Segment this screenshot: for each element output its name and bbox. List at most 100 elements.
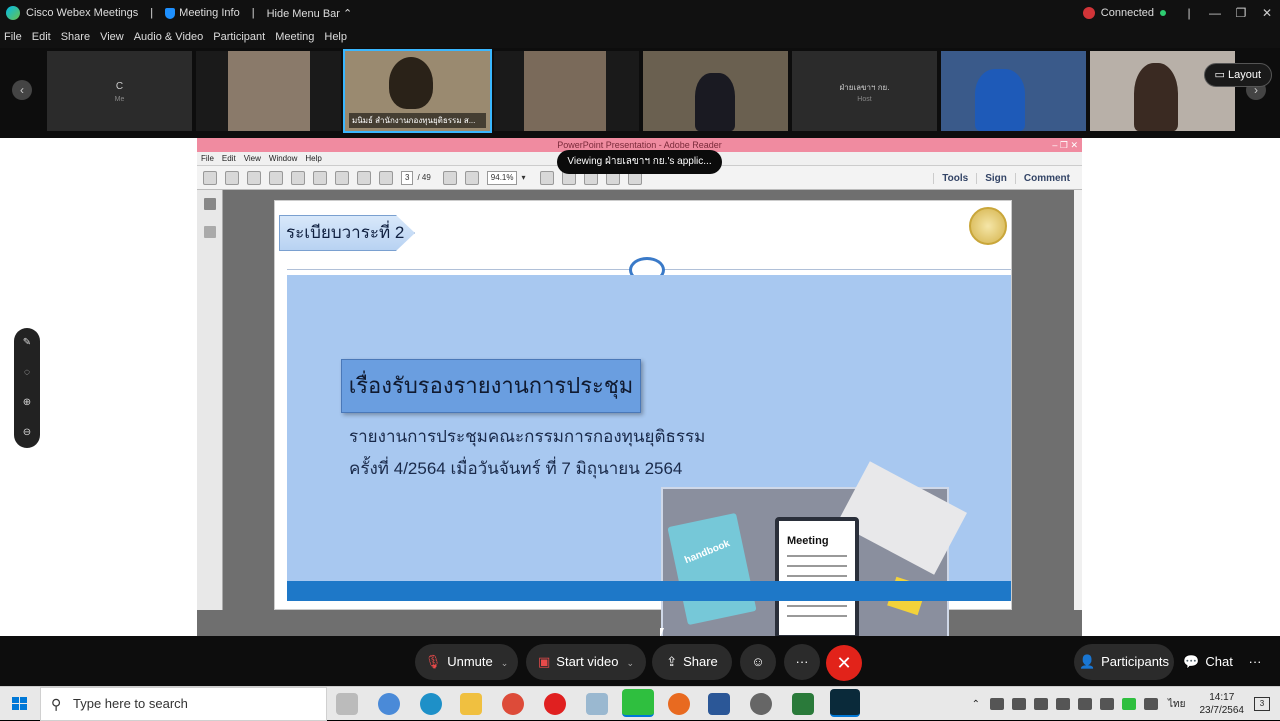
menu-share[interactable]: Share xyxy=(61,31,90,43)
clipboard-icon: Meeting xyxy=(775,517,859,639)
share-button[interactable]: ⇪ Share xyxy=(652,644,732,680)
menu-help[interactable]: Help xyxy=(324,31,347,43)
participant-tile[interactable] xyxy=(494,51,639,131)
minimize-button[interactable]: — xyxy=(1202,6,1228,20)
page-number-input[interactable]: 3 xyxy=(401,170,414,185)
participant-tile[interactable] xyxy=(196,51,341,131)
usb-icon[interactable] xyxy=(1034,698,1049,710)
create-icon[interactable] xyxy=(203,170,217,185)
open-icon[interactable] xyxy=(225,170,239,185)
fbs-app-icon[interactable] xyxy=(792,693,814,715)
line-tray-icon[interactable] xyxy=(1122,698,1137,710)
shield-icon[interactable] xyxy=(1056,698,1071,710)
chat-button[interactable]: 💬 Chat xyxy=(1176,644,1240,680)
volume-icon[interactable] xyxy=(1144,698,1159,710)
reader-menu-window[interactable]: Window xyxy=(269,154,297,163)
zoom-out-icon[interactable] xyxy=(442,170,457,185)
zoom-in-icon[interactable]: ⊕ xyxy=(14,388,40,418)
search-placeholder: Type here to search xyxy=(73,696,188,711)
opera-icon[interactable] xyxy=(544,693,566,715)
hide-menu-bar-button[interactable]: Hide Menu Bar ⌃ xyxy=(267,7,353,20)
word-icon[interactable] xyxy=(708,693,730,715)
language-indicator[interactable]: ไทย xyxy=(1168,697,1185,712)
reader-menu-view[interactable]: View xyxy=(244,154,261,163)
line-icon[interactable] xyxy=(622,689,654,717)
comment-button[interactable]: Comment xyxy=(1014,172,1078,184)
chevron-down-icon[interactable]: ▾ xyxy=(521,173,525,182)
close-button[interactable]: ✕ xyxy=(1254,6,1280,20)
reader-menu-file[interactable]: File xyxy=(201,154,214,163)
meeting-info-button[interactable]: Meeting Info xyxy=(165,7,240,19)
webex-logo-icon xyxy=(6,6,20,20)
menu-file[interactable]: File xyxy=(4,31,22,43)
reader-window-controls: – ❐ ✕ xyxy=(1052,140,1078,150)
chevron-up-icon[interactable]: ⌃ xyxy=(972,699,980,710)
attachment-icon[interactable] xyxy=(203,226,216,238)
more-button[interactable]: ··· xyxy=(784,644,820,680)
participants-button[interactable]: 👤 Participants xyxy=(1074,644,1174,680)
unmute-button[interactable]: 🎙 Unmute ⌄ xyxy=(415,644,518,680)
zoom-in-icon[interactable] xyxy=(464,170,479,185)
windows-taskbar: ⚲ Type here to search ⌃ ไทย 14:17 23/7/2… xyxy=(0,686,1280,721)
participant-role: Me xyxy=(114,96,125,103)
chevron-down-icon[interactable]: ⌄ xyxy=(626,658,634,668)
notification-icon[interactable]: 3 xyxy=(1254,697,1270,711)
chrome-icon[interactable] xyxy=(502,693,524,715)
save-icon[interactable] xyxy=(291,170,305,185)
edit-icon[interactable] xyxy=(247,170,261,185)
zoom-out-icon[interactable]: ⊖ xyxy=(14,418,40,448)
edge-icon[interactable] xyxy=(420,693,442,715)
file-explorer-icon[interactable] xyxy=(460,693,482,715)
lasso-icon[interactable]: ◌ xyxy=(14,358,40,388)
cloud-icon[interactable] xyxy=(269,170,283,185)
clock[interactable]: 14:17 23/7/2564 xyxy=(1200,691,1245,717)
microphone-icon[interactable] xyxy=(1012,698,1027,710)
taskbar-search[interactable]: ⚲ Type here to search xyxy=(40,687,327,721)
participant-tile[interactable] xyxy=(643,51,788,131)
email-icon[interactable] xyxy=(335,170,349,185)
app-icon[interactable] xyxy=(586,693,608,715)
participant-role: Host xyxy=(857,96,872,103)
pen-icon[interactable]: ✎ xyxy=(14,328,40,358)
participant-tile-me[interactable]: C Me xyxy=(47,51,192,131)
tools-button[interactable]: Tools xyxy=(933,172,976,184)
menu-meeting[interactable]: Meeting xyxy=(275,31,314,43)
security-icon[interactable] xyxy=(990,698,1005,710)
menu-audio-video[interactable]: Audio & Video xyxy=(134,31,204,43)
firefox-icon[interactable] xyxy=(668,693,690,715)
chevron-down-icon[interactable]: ⌄ xyxy=(501,658,509,668)
reader-left-panel xyxy=(197,190,223,610)
windows-start-icon[interactable] xyxy=(12,697,28,711)
print-icon[interactable] xyxy=(313,170,327,185)
reactions-button[interactable]: ☺ xyxy=(740,644,776,680)
pages-icon[interactable] xyxy=(203,198,216,210)
fit-page-icon[interactable] xyxy=(539,170,554,185)
wifi-icon[interactable] xyxy=(1078,698,1093,710)
webex-icon[interactable] xyxy=(830,689,860,717)
restore-button[interactable]: ❐ xyxy=(1228,6,1254,20)
end-meeting-button[interactable]: ✕ xyxy=(826,645,862,681)
layout-button[interactable]: ▭ Layout xyxy=(1203,63,1272,87)
start-video-button[interactable]: ▣ Start video ⌄ xyxy=(526,644,646,680)
task-view-icon[interactable] xyxy=(336,693,358,715)
browser-icon[interactable] xyxy=(378,693,400,715)
more-options-button[interactable]: ··· xyxy=(1242,644,1268,680)
slide-line-1: รายงานการประชุมคณะกรรมการกองทุนยุติธรรม xyxy=(349,427,706,446)
participant-tile[interactable] xyxy=(941,51,1086,131)
prev-page-button[interactable]: ‹ xyxy=(12,80,32,100)
shared-screen: PowerPoint Presentation - Adobe Reader –… xyxy=(0,138,1280,647)
menu-view[interactable]: View xyxy=(100,31,124,43)
reader-scrollbar[interactable] xyxy=(1074,190,1082,610)
settings-icon[interactable] xyxy=(750,693,772,715)
reader-menu-edit[interactable]: Edit xyxy=(222,154,236,163)
zoom-select[interactable]: 94.1% xyxy=(486,170,518,185)
menu-participant[interactable]: Participant xyxy=(213,31,265,43)
participant-tile-host[interactable]: ฝ่ายเลขาฯ กย. Host xyxy=(792,51,937,131)
battery-icon[interactable] xyxy=(1100,698,1115,710)
page-up-icon[interactable] xyxy=(357,170,371,185)
page-down-icon[interactable] xyxy=(379,170,393,185)
reader-menu-help[interactable]: Help xyxy=(305,154,321,163)
participant-tile-active[interactable]: มนิมธ์ สำนักงานกองทุนยุติธรรม ส... xyxy=(343,49,492,133)
menu-edit[interactable]: Edit xyxy=(32,31,51,43)
sign-button[interactable]: Sign xyxy=(976,172,1015,184)
